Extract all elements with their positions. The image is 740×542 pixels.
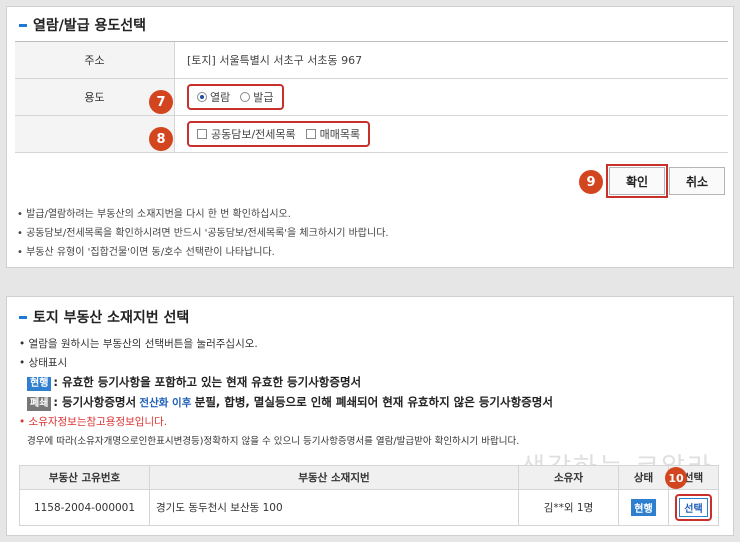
- step-badge-9: 9: [579, 170, 603, 194]
- radio-view-label: 열람: [210, 91, 231, 104]
- purpose-cell: 열람 발급: [175, 79, 728, 115]
- col-header-owner: 소유자: [518, 465, 619, 490]
- checkbox-joint-box[interactable]: [197, 129, 207, 139]
- radio-issue[interactable]: 발급: [240, 89, 274, 105]
- legend-closed: 폐쇄: 등기사항증명서 전산화 이후 분필, 합병, 멸실등으로 인해 폐쇄되어…: [19, 393, 719, 413]
- checkbox-joint-collateral[interactable]: 공동담보/전세목록: [197, 126, 296, 142]
- purpose-row: 용도 열람 발급: [15, 79, 728, 116]
- col-header-status: 상태: [618, 465, 669, 490]
- section2-bullet-icon: [19, 315, 27, 319]
- step-badge-10: 10: [665, 467, 687, 489]
- legend-current: 현행: 유효한 등기사항을 포함하고 있는 현재 유효한 등기사항증명서: [19, 373, 719, 393]
- parcel-id: 1158-2004-000001: [19, 489, 150, 526]
- owner-info-warning: • 소유자정보는참고용정보입니다.: [19, 416, 168, 428]
- notice-item: 부동산 유형이 '집합건물'이면 동/호수 선택란이 나타납니다.: [17, 243, 389, 262]
- radio-issue-indicator[interactable]: [240, 92, 251, 102]
- options-checkbox-group: 공동담보/전세목록 매매목록: [187, 121, 371, 147]
- radio-view[interactable]: 열람: [197, 89, 230, 105]
- table-row: 1158-2004-000001 경기도 동두천시 보산동 100 김**외 1…: [19, 489, 719, 526]
- instruction-line-2: • 상태표시: [19, 357, 68, 369]
- options-row: 공동담보/전세목록 매매목록: [15, 116, 728, 153]
- section-bullet-icon: [19, 23, 27, 27]
- current-desc: : 유효한 등기사항을 포함하고 있는 현재 유효한 등기사항증명서: [53, 375, 362, 389]
- step-badge-7: 7: [149, 90, 173, 114]
- owner-info-warning-text: 소유자정보는참고용정보입니다.: [28, 416, 168, 428]
- step-badge-8: 8: [149, 127, 173, 151]
- checkbox-joint-label: 공동담보/전세목록: [211, 128, 296, 141]
- closed-tag: 폐쇄: [27, 397, 52, 411]
- options-cell: 공동담보/전세목록 매매목록: [175, 116, 728, 152]
- closed-desc-highlight: 전산화 이후: [139, 397, 192, 409]
- select-button[interactable]: 선택: [679, 498, 708, 517]
- section2-title: 토지 부동산 소재지번 선택: [19, 307, 189, 327]
- col-header-id: 부동산 고유번호: [19, 465, 150, 490]
- section-title: 열람/발급 용도선택: [19, 15, 146, 35]
- status-badge: 현행: [631, 499, 656, 516]
- parcel-status-cell: 현행: [618, 489, 669, 526]
- confirm-button[interactable]: 확인: [606, 164, 668, 198]
- section-title-text: 열람/발급 용도선택: [33, 18, 147, 34]
- closed-desc-post: 분필, 합병, 멸실등으로 인해 폐쇄되어 현재 유효하지 않은 등기사항증명서: [194, 395, 553, 409]
- instruction-list: • 열람을 원하시는 부동산의 선택버튼을 눌러주십시오. • 상태표시 현행:…: [19, 335, 719, 451]
- table-header-row: 부동산 고유번호 부동산 소재지번 소유자 상태 선택: [19, 465, 719, 490]
- notice-item: 공동담보/전세목록을 확인하시려면 반드시 '공동담보/전세목록'을 체크하시기…: [17, 224, 389, 243]
- status-legend-title: 상태표시: [28, 357, 68, 369]
- parcel-table: 부동산 고유번호 부동산 소재지번 소유자 상태 선택 1158-2004-00…: [19, 465, 719, 526]
- checkbox-trade-list[interactable]: 매매목록: [305, 126, 361, 142]
- notice-list: 발급/열람하려는 부동산의 소재지번을 다시 한 번 확인하십시오. 공동담보/…: [17, 205, 389, 262]
- current-tag: 현행: [27, 377, 52, 391]
- purpose-radio-group: 열람 발급: [187, 84, 284, 110]
- instruction-text: 열람을 원하시는 부동산의 선택버튼을 눌러주십시오.: [28, 338, 258, 350]
- radio-issue-label: 발급: [253, 91, 274, 104]
- instruction-line-1: • 열람을 원하시는 부동산의 선택버튼을 눌러주십시오.: [19, 338, 258, 350]
- parcel-address: 경기도 동두천시 보산동 100: [149, 489, 519, 526]
- purpose-form: 주소 [토지] 서울특별시 서초구 서초동 967 용도 열람 발급 공동담보/…: [15, 41, 728, 153]
- purpose-selection-panel: 열람/발급 용도선택 주소 [토지] 서울특별시 서초구 서초동 967 용도 …: [6, 6, 734, 268]
- radio-view-indicator[interactable]: [197, 92, 207, 102]
- cancel-button[interactable]: 취소: [669, 167, 725, 195]
- section2-title-text: 토지 부동산 소재지번 선택: [33, 310, 190, 326]
- checkbox-trade-box[interactable]: [305, 129, 316, 139]
- notice-item: 발급/열람하려는 부동산의 소재지번을 다시 한 번 확인하십시오.: [17, 205, 389, 224]
- col-header-address: 부동산 소재지번: [149, 465, 519, 490]
- parcel-owner: 김**외 1명: [518, 489, 619, 526]
- closed-desc-pre: : 등기사항증명서: [53, 395, 137, 409]
- parcel-select-cell: 선택: [668, 489, 719, 526]
- address-value: [토지] 서울특별시 서초구 서초동 967: [187, 54, 363, 67]
- parcel-selection-panel: 토지 부동산 소재지번 선택 • 열람을 원하시는 부동산의 선택버튼을 눌러주…: [6, 296, 734, 536]
- checkbox-trade-label: 매매목록: [319, 128, 361, 141]
- select-highlight: 선택: [675, 494, 712, 521]
- address-row: 주소 [토지] 서울특별시 서초구 서초동 967: [15, 42, 728, 79]
- address-label: 주소: [15, 42, 175, 78]
